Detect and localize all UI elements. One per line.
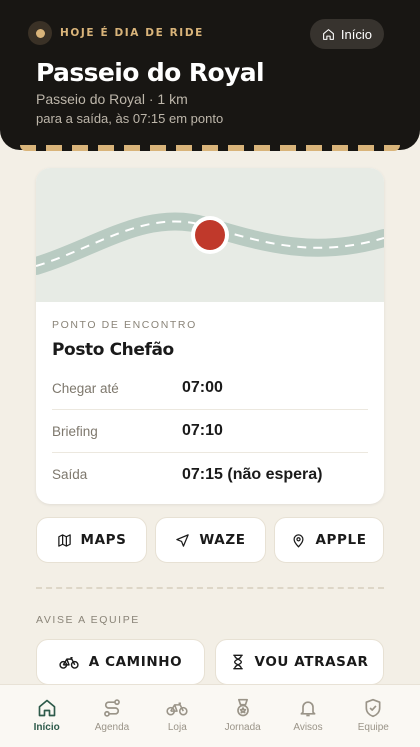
meeting-point-card: PONTO DE ENCONTRO Posto Chefão Chegar at… — [36, 168, 384, 504]
meeting-point-label: PONTO DE ENCONTRO — [52, 319, 197, 331]
bicycle-icon — [59, 657, 79, 669]
tab-agenda[interactable]: Agenda — [84, 685, 140, 747]
schedule-label: Saída — [52, 467, 88, 482]
map-road — [36, 212, 384, 275]
schedule-row-briefing: Briefing 07:10 — [52, 410, 368, 453]
map-pin-icon — [293, 533, 304, 548]
badge-text: HOJE É DIA DE RIDE — [60, 27, 204, 39]
ride-subtitle: Passeio do Royal · 1 km — [36, 91, 188, 107]
apple-button-label: APPLE — [315, 532, 367, 548]
tab-equipe[interactable]: Equipe — [345, 685, 401, 747]
tab-inicio[interactable]: Início — [19, 685, 75, 747]
departure-note: para a saída, às 07:15 em ponto — [36, 111, 224, 126]
tab-label: Agenda — [94, 722, 130, 733]
on-my-way-label: A CAMINHO — [88, 654, 183, 670]
maps-button-label: MAPS — [80, 532, 127, 548]
schedule-label: Briefing — [52, 423, 98, 439]
waze-button[interactable]: WAZE — [155, 517, 266, 563]
waze-button-label: WAZE — [199, 532, 246, 548]
tab-label: Loja — [167, 722, 187, 733]
medal-icon — [236, 698, 249, 717]
shield-icon — [365, 698, 381, 718]
bicycle-icon — [166, 702, 188, 716]
home-icon — [323, 28, 334, 40]
running-late-button[interactable]: VOU ATRASAR — [215, 639, 384, 685]
status-dot-icon — [28, 21, 52, 45]
tab-label: Avisos — [293, 722, 323, 733]
apple-maps-button[interactable]: APPLE — [274, 517, 384, 563]
map-pin-icon[interactable] — [191, 216, 229, 254]
home-button-label: Início — [340, 26, 372, 42]
schedule-time: 07:15 (não espera) — [182, 465, 323, 483]
map-preview[interactable] — [36, 168, 384, 302]
navigation-arrow-icon — [176, 533, 190, 547]
meeting-point-name: Posto Chefão — [52, 340, 174, 360]
tab-label: Jornada — [224, 722, 261, 733]
schedule-time: 07:10 — [182, 422, 223, 439]
running-late-label: VOU ATRASAR — [254, 654, 369, 670]
schedule-row-arrive: Chegar até 07:00 — [52, 367, 368, 410]
ride-day-badge: HOJE É DIA DE RIDE — [28, 21, 204, 45]
tab-label: Início — [33, 722, 60, 733]
maps-button[interactable]: MAPS — [36, 517, 147, 563]
bell-icon — [300, 701, 316, 717]
tab-label: Equipe — [357, 722, 389, 733]
team-section-label: AVISE A EQUIPE — [36, 614, 140, 626]
hourglass-icon — [232, 654, 243, 670]
schedule-row-departure: Saída 07:15 (não espera) — [52, 453, 368, 496]
on-my-way-button[interactable]: A CAMINHO — [36, 639, 205, 685]
schedule-label: Chegar até — [52, 380, 119, 396]
header-stripe — [20, 145, 400, 151]
tab-avisos[interactable]: Avisos — [280, 685, 336, 747]
home-button[interactable]: Início — [309, 19, 384, 49]
tab-jornada[interactable]: Jornada — [215, 685, 271, 747]
bottom-tab-bar: Início Agenda Loja Jornada Avisos Equipe — [0, 684, 420, 747]
schedule-time: 07:00 — [182, 379, 223, 396]
home-icon — [38, 699, 55, 717]
route-icon — [104, 699, 120, 717]
tab-loja[interactable]: Loja — [149, 685, 205, 747]
section-divider — [36, 587, 384, 589]
page-title: Passeio do Royal — [36, 58, 265, 87]
map-icon — [57, 533, 71, 547]
ride-header: HOJE É DIA DE RIDE Início Passeio do Roy… — [0, 0, 420, 150]
